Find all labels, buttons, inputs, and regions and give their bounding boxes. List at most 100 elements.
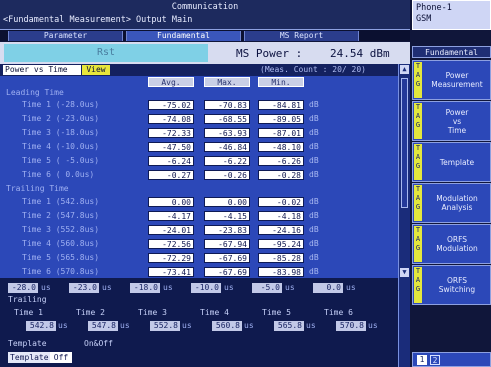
us-unit: us [163,283,173,292]
softkey-button[interactable]: T A G Power vs Time [412,101,491,141]
rst-indicator: Rst [4,44,208,62]
trailing-time-input[interactable]: 542.8 [26,321,56,331]
trailing-time-header: Time 4 [200,308,229,317]
us-unit: us [41,283,51,292]
leading-time-heading: Leading Time [6,88,64,97]
min-value: -85.28 [258,253,304,263]
us-unit: us [285,283,295,292]
template-button[interactable]: Template [8,352,50,363]
panel-scrollbar[interactable]: ▲ ▼ [398,64,410,278]
avg-value: -24.01 [148,225,194,235]
softkey-tag: T A G [414,267,422,303]
avg-value: -74.08 [148,114,194,124]
max-value: -67.69 [204,253,250,263]
template-value[interactable]: Off [50,352,72,363]
ms-power-label: MS Power : [236,47,303,60]
settings-scrollbar[interactable] [398,278,410,367]
max-value: -0.26 [204,170,250,180]
scroll-down-arrow-icon[interactable]: ▼ [400,268,409,277]
trailing-time-header: Time 2 [76,308,105,317]
us-unit: us [224,283,234,292]
leading-time-input[interactable]: 0.0 [313,283,343,293]
view-button[interactable]: View [82,65,110,75]
window-title: Communication [171,2,239,12]
softkey-button[interactable]: T A G ORFS Modulation [412,224,491,264]
time-row-label: Time 3 (552.8us) [22,225,100,234]
trailing-time-input[interactable]: 552.8 [150,321,180,331]
softkey-label: Power vs Time [445,107,469,135]
db-unit: dB [309,197,319,206]
min-value: -24.16 [258,225,304,235]
leading-time-input[interactable]: -5.0 [252,283,282,293]
trailing-time-heading: Trailing Time [6,184,69,193]
trailing-time-header: Time 3 [138,308,167,317]
status-bar: Rst MS Power : 24.54 dBm [0,42,410,64]
scroll-thumb[interactable] [401,78,408,208]
db-unit: dB [309,267,319,276]
softkey-label: Modulation Analysis [436,194,478,212]
max-value: -63.93 [204,128,250,138]
column-header-min: Min. [258,77,304,87]
max-value: -6.22 [204,156,250,166]
phone-system: GSM [416,14,432,24]
time-row-label: Time 1 (542.8us) [22,197,100,206]
column-header-max: Max. [204,77,250,87]
avg-value: 0.00 [148,197,194,207]
tab-fundamental[interactable]: Fundamental [126,31,241,41]
max-value: -67.69 [204,267,250,277]
page-1-button[interactable]: 1 [417,355,427,365]
avg-value: -72.33 [148,128,194,138]
template-mode: On&Off [84,339,113,348]
softkey-tag: T A G [414,185,422,221]
instrument-screen: Communication <Fundamental Measurement> … [0,0,491,367]
softkey-button[interactable]: T A G Power Measurement [412,60,491,100]
leading-time-input[interactable]: -28.0 [8,283,38,293]
softkey-tag: T A G [414,103,422,139]
tab-ms-report[interactable]: MS Report [244,31,359,41]
max-value: -46.84 [204,142,250,152]
min-value: -83.98 [258,267,304,277]
page-2-button[interactable]: 2 [430,355,440,365]
trailing-time-input[interactable]: 570.8 [336,321,366,331]
softkey-button[interactable]: T A G Template [412,142,491,182]
min-value: -6.26 [258,156,304,166]
min-value: -0.28 [258,170,304,180]
max-value: 0.00 [204,197,250,207]
avg-value: -72.29 [148,253,194,263]
softkey-tag: T A G [414,226,422,262]
trailing-time-input[interactable]: 565.8 [274,321,304,331]
tab-parameter[interactable]: Parameter [8,31,123,41]
leading-time-input[interactable]: -23.0 [69,283,99,293]
softkey-button[interactable]: T A G Modulation Analysis [412,183,491,223]
trailing-time-header: Time 5 [262,308,291,317]
time-row-label: Time 2 (-23.0us) [22,114,100,123]
time-row-label: Time 4 (-10.0us) [22,142,100,151]
avg-value: -47.50 [148,142,194,152]
us-unit: us [102,283,112,292]
trailing-time-input[interactable]: 560.8 [212,321,242,331]
time-settings-panel: -28.0 us -23.0 us -18.0 us -10.0 us -5.0 us 0.0 us … [0,278,410,367]
us-unit: us [120,321,130,330]
time-row-label: Time 2 (547.8us) [22,211,100,220]
tab-bar: Parameter Fundamental MS Report [0,30,410,41]
trailing-settings-heading: Trailing [8,295,47,304]
min-value: -4.18 [258,211,304,221]
max-value: -23.83 [204,225,250,235]
time-row-label: Time 1 (-28.0us) [22,100,100,109]
softkey-header: Fundamental [412,46,491,58]
time-row-label: Time 6 ( 0.0us) [22,170,95,179]
power-vs-time-panel: Power vs Time View (Meas. Count : 20/ 20… [0,64,410,278]
softkey-label: Power Measurement [431,71,483,89]
leading-time-input[interactable]: -18.0 [130,283,160,293]
screen-subtitle: <Fundamental Measurement> Output Main [3,15,193,25]
db-unit: dB [309,239,319,248]
min-value: -48.10 [258,142,304,152]
title-bar: Communication <Fundamental Measurement> … [0,0,410,30]
softkey-button[interactable]: T A G ORFS Switching [412,265,491,305]
db-unit: dB [309,100,319,109]
scroll-up-arrow-icon[interactable]: ▲ [400,65,409,74]
db-unit: dB [309,170,319,179]
trailing-time-input[interactable]: 547.8 [88,321,118,331]
leading-time-input[interactable]: -10.0 [191,283,221,293]
max-value: -70.83 [204,100,250,110]
